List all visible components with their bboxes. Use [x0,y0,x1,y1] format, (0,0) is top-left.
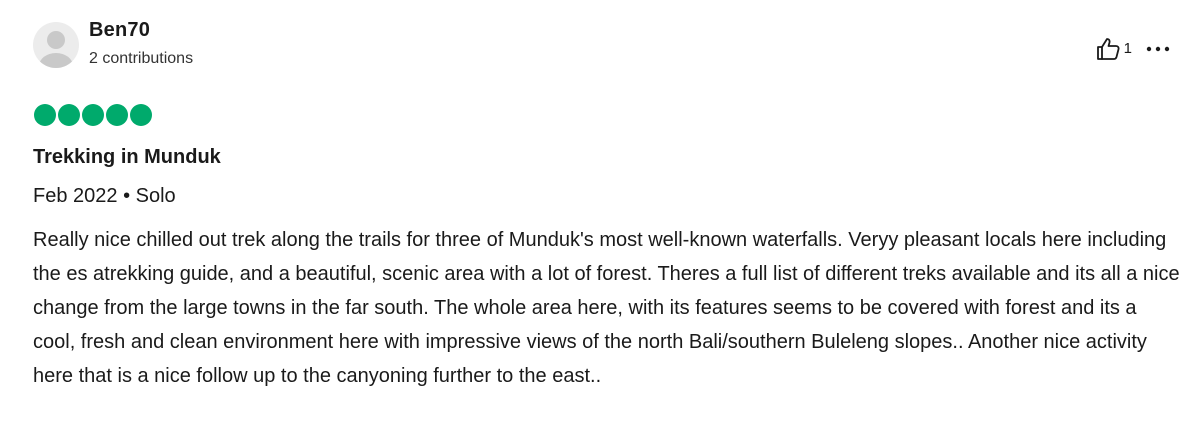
ellipsis-icon [1146,46,1170,52]
review-card: Ben70 2 contributions 1 Trekking in Mund… [0,0,1200,428]
more-options-button[interactable] [1146,45,1170,53]
rating-bubble [58,104,80,126]
review-date: Feb 2022 [33,185,118,207]
avatar[interactable] [33,22,79,68]
review-body: Really nice chilled out trek along the t… [33,229,1180,387]
rating-bubble [82,104,104,126]
reviewer-contributions: 2 contributions [89,50,194,67]
rating-bubble [106,104,128,126]
helpful-count: 1 [1123,39,1132,57]
review-title[interactable]: Trekking in Munduk [33,146,221,169]
meta-separator: • [117,185,136,207]
trip-type: Solo [135,185,176,207]
rating-bubbles [34,104,154,126]
avatar-placeholder-icon [39,31,73,68]
review-meta: Feb 2022 • Solo [33,185,176,208]
reviewer-name[interactable]: Ben70 [89,19,150,42]
rating-bubble [34,104,56,126]
helpful-vote-button[interactable]: 1 [1096,37,1132,61]
rating-bubble [130,104,152,126]
thumbs-up-icon [1096,38,1120,60]
review-actions: 1 [1096,36,1170,62]
